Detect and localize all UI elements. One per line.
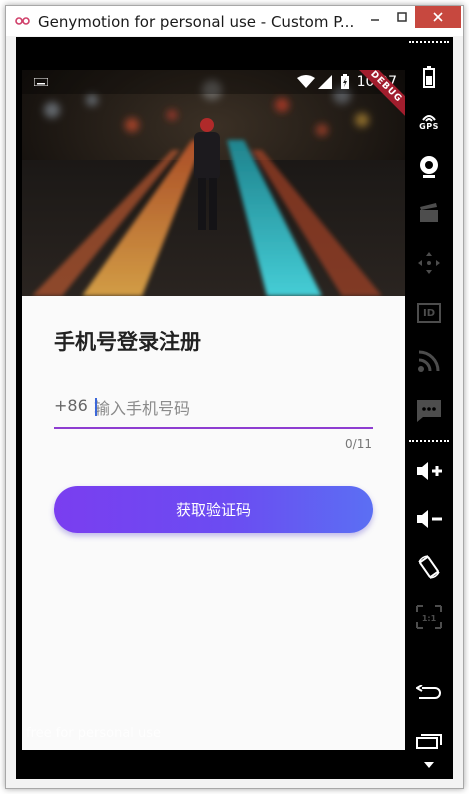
emulator-toolbar: GPS ID 1:1 (405, 37, 453, 779)
battery-button[interactable] (405, 59, 453, 95)
menu-button[interactable] (405, 755, 453, 775)
hero-image: 10:07 DEBUG (22, 70, 405, 296)
toolbar-divider (409, 440, 449, 442)
input-underline (54, 427, 373, 429)
recent-apps-icon (416, 734, 442, 749)
pixel-perfect-label: 1:1 (422, 614, 437, 623)
minimize-button[interactable] (361, 6, 388, 28)
keyboard-icon (34, 78, 48, 86)
screencast-icon (420, 203, 438, 222)
pixel-perfect-button[interactable]: 1:1 (405, 599, 453, 635)
watermark-text: free for personal use (26, 726, 162, 741)
title-bar[interactable]: Genymotion for personal use - Custom P..… (6, 6, 463, 36)
screencast-button[interactable] (405, 195, 453, 231)
close-icon (433, 12, 443, 22)
night-road-photo (22, 70, 405, 296)
gps-button[interactable]: GPS (405, 103, 453, 139)
gps-icon (422, 114, 436, 122)
page-title: 手机号登录注册 (54, 330, 201, 354)
text-cursor (95, 398, 97, 416)
back-button[interactable] (405, 675, 453, 711)
country-code[interactable]: +86 (54, 396, 88, 415)
volume-up-icon (417, 462, 442, 480)
window-title: Genymotion for personal use - Custom P..… (38, 13, 355, 31)
back-icon (416, 685, 441, 699)
phone-input-row: +86 (54, 392, 373, 430)
battery-icon (423, 66, 435, 88)
phone-number-input[interactable] (94, 392, 364, 424)
webcam-button[interactable] (405, 149, 453, 185)
webcam-icon (420, 156, 438, 178)
sms-icon (417, 400, 441, 422)
pixel-perfect-icon: 1:1 (416, 605, 442, 629)
toolbar-divider (409, 41, 449, 43)
device-frame: 10:07 DEBUG 手机号登录注册 +86 0/11 获取验证码 free … (16, 37, 453, 779)
volume-up-button[interactable] (405, 453, 453, 489)
sms-button[interactable] (405, 393, 453, 429)
genymotion-logo-icon (15, 17, 30, 25)
volume-down-icon (417, 510, 442, 528)
volume-down-button[interactable] (405, 501, 453, 537)
recent-apps-button[interactable] (405, 723, 453, 759)
maximize-icon (396, 12, 407, 22)
minimize-icon (370, 19, 379, 21)
dpad-button[interactable] (405, 245, 453, 281)
wifi-icon (297, 75, 315, 88)
device-id-button[interactable]: ID (405, 295, 453, 331)
get-verification-code-button[interactable]: 获取验证码 (54, 486, 373, 533)
battery-charging-icon (341, 74, 349, 89)
device-id-icon: ID (417, 303, 441, 323)
navigation-area (16, 750, 405, 779)
phone-screen: 10:07 DEBUG 手机号登录注册 +86 0/11 获取验证码 free … (22, 70, 405, 750)
network-icon (418, 350, 440, 372)
dpad-icon (418, 252, 440, 274)
maximize-button[interactable] (388, 6, 415, 28)
signal-icon (318, 75, 332, 89)
character-counter: 0/11 (345, 437, 372, 451)
network-button[interactable] (405, 343, 453, 379)
menu-icon (424, 762, 434, 768)
rotate-button[interactable] (405, 549, 453, 585)
gps-label: GPS (419, 121, 439, 131)
rotate-icon (418, 555, 440, 579)
android-status-bar: 10:07 (22, 70, 405, 94)
close-button[interactable] (415, 6, 461, 28)
emulator-window: Genymotion for personal use - Custom P..… (5, 5, 464, 789)
